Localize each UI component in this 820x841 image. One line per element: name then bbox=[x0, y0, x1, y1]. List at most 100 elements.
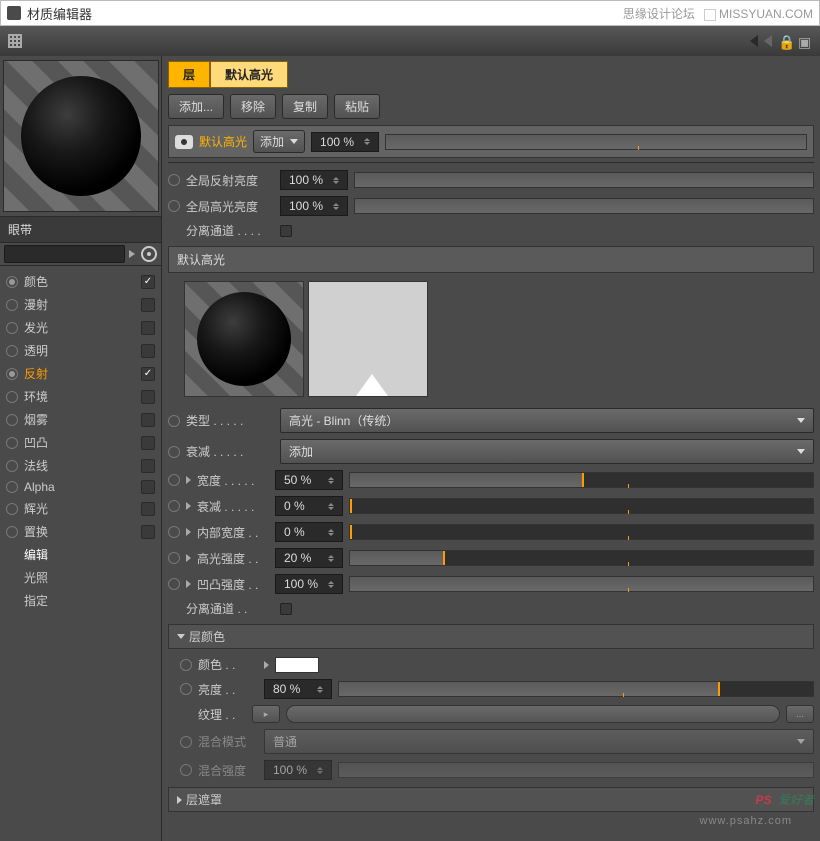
texture-browse-button[interactable]: ... bbox=[786, 705, 814, 723]
channel-glow[interactable]: 辉光 bbox=[0, 497, 161, 520]
copy-button[interactable]: 复制 bbox=[282, 94, 328, 119]
channel-normal[interactable]: 法线 bbox=[0, 454, 161, 477]
environment-checkbox[interactable] bbox=[141, 390, 155, 404]
glow-checkbox[interactable] bbox=[141, 502, 155, 516]
falloff-spinner[interactable]: 0 % bbox=[275, 496, 343, 516]
spec-preview-sphere[interactable] bbox=[184, 281, 304, 397]
diffuse-checkbox[interactable] bbox=[141, 298, 155, 312]
lc-brightness-spinner[interactable]: 80 % bbox=[264, 679, 332, 699]
global-reflection-slider[interactable] bbox=[354, 172, 814, 188]
channel-color[interactable]: 颜色 bbox=[0, 270, 161, 293]
spec-preview-curve[interactable] bbox=[308, 281, 428, 397]
top-toolbar: 🔒 ▣ bbox=[0, 26, 820, 56]
arrow-right-icon[interactable] bbox=[129, 250, 135, 258]
lc-blend-mode-row: 混合模式 普通 bbox=[168, 726, 814, 757]
material-name[interactable]: 眼带 bbox=[0, 216, 161, 243]
chevron-right-icon bbox=[177, 796, 182, 804]
layer-color-header[interactable]: 层颜色 bbox=[168, 624, 814, 649]
lock-icon[interactable]: 🔒 bbox=[778, 34, 792, 48]
material-preview[interactable] bbox=[3, 60, 159, 212]
global-reflection-spinner[interactable]: 100 % bbox=[280, 170, 348, 190]
bump-strength-spinner[interactable]: 100 % bbox=[275, 574, 343, 594]
luminance-checkbox[interactable] bbox=[141, 321, 155, 335]
lc-brightness-slider[interactable] bbox=[338, 681, 814, 697]
channel-list: 颜色 漫射 发光 透明 反射 环境 烟雾 凹凸 法线 Alpha 辉光 置换 编… bbox=[0, 266, 161, 612]
layer-opacity-slider[interactable] bbox=[385, 134, 807, 150]
lc-blend-strength-spinner: 100 % bbox=[264, 760, 332, 780]
reflection-checkbox[interactable] bbox=[141, 367, 155, 381]
bump-checkbox[interactable] bbox=[141, 436, 155, 450]
add-button[interactable]: 添加... bbox=[168, 94, 224, 119]
main-area: 眼带 颜色 漫射 发光 透明 反射 环境 烟雾 凹凸 法线 Alpha 辉光 置… bbox=[0, 56, 820, 841]
sub-edit[interactable]: 编辑 bbox=[0, 543, 161, 566]
texture-arrow-button[interactable]: ▸ bbox=[252, 705, 280, 723]
separate-checkbox[interactable] bbox=[280, 225, 292, 237]
sub-assignment[interactable]: 指定 bbox=[0, 589, 161, 612]
channel-transparency[interactable]: 透明 bbox=[0, 339, 161, 362]
remove-button[interactable]: 移除 bbox=[230, 94, 276, 119]
inner-width-row: 内部宽度 . . 0 % bbox=[168, 519, 814, 545]
nav-back-icon[interactable] bbox=[750, 35, 758, 47]
bump-strength-slider[interactable] bbox=[349, 576, 814, 592]
lc-color-row: 颜色 . . bbox=[168, 653, 814, 676]
channel-bump[interactable]: 凹凸 bbox=[0, 431, 161, 454]
nav-forward-icon[interactable] bbox=[764, 35, 772, 47]
color-swatch[interactable] bbox=[275, 657, 319, 673]
layer-entry[interactable]: 默认高光 添加 100 % bbox=[168, 125, 814, 158]
channel-fog[interactable]: 烟雾 bbox=[0, 408, 161, 431]
grid-icon[interactable] bbox=[8, 34, 22, 48]
texture-slot[interactable] bbox=[286, 705, 780, 723]
transparency-checkbox[interactable] bbox=[141, 344, 155, 358]
tab-default-spec[interactable]: 默认高光 bbox=[210, 61, 288, 88]
tabs: 层 默认高光 bbox=[168, 61, 814, 88]
global-spec-slider[interactable] bbox=[354, 198, 814, 214]
target-icon[interactable] bbox=[141, 246, 157, 262]
channel-environment[interactable]: 环境 bbox=[0, 385, 161, 408]
eye-icon[interactable] bbox=[175, 135, 193, 149]
lc-blend-mode-dropdown: 普通 bbox=[264, 729, 814, 754]
spec-separate-checkbox[interactable] bbox=[280, 603, 292, 615]
fog-checkbox[interactable] bbox=[141, 413, 155, 427]
width-spinner[interactable]: 50 % bbox=[275, 470, 343, 490]
channel-alpha[interactable]: Alpha bbox=[0, 477, 161, 497]
layer-opacity-spinner[interactable]: 100 % bbox=[311, 132, 379, 152]
watermark-logo: PS 爱好者 bbox=[755, 781, 814, 811]
preview-sphere bbox=[21, 76, 141, 196]
layer-buttons: 添加... 移除 复制 粘贴 bbox=[168, 94, 814, 119]
content-panel: 层 默认高光 添加... 移除 复制 粘贴 默认高光 添加 100 % 全局反射… bbox=[162, 56, 820, 841]
lc-brightness-row: 亮度 . . 80 % bbox=[168, 676, 814, 702]
radio-icon[interactable] bbox=[168, 200, 180, 212]
type-row: 类型 . . . . . 高光 - Blinn（传统） bbox=[168, 405, 814, 436]
spec-strength-spinner[interactable]: 20 % bbox=[275, 548, 343, 568]
global-spec-spinner[interactable]: 100 % bbox=[280, 196, 348, 216]
search-input[interactable] bbox=[4, 245, 125, 263]
color-checkbox[interactable] bbox=[141, 275, 155, 289]
channel-luminance[interactable]: 发光 bbox=[0, 316, 161, 339]
tab-layer[interactable]: 层 bbox=[168, 61, 210, 88]
global-spec-row: 全局高光亮度 100 % bbox=[168, 193, 814, 219]
normal-checkbox[interactable] bbox=[141, 459, 155, 473]
layer-mask-header[interactable]: 层遮罩 bbox=[168, 787, 814, 812]
channel-displacement[interactable]: 置换 bbox=[0, 520, 161, 543]
channel-diffuse[interactable]: 漫射 bbox=[0, 293, 161, 316]
window-title: 材质编辑器 bbox=[27, 4, 92, 23]
inner-width-slider[interactable] bbox=[349, 524, 814, 540]
alpha-checkbox[interactable] bbox=[141, 480, 155, 494]
falloff-slider[interactable] bbox=[349, 498, 814, 514]
falloff-mode-dropdown[interactable]: 添加 bbox=[280, 439, 814, 464]
inner-width-spinner[interactable]: 0 % bbox=[275, 522, 343, 542]
sub-illumination[interactable]: 光照 bbox=[0, 566, 161, 589]
width-slider[interactable] bbox=[349, 472, 814, 488]
separate-channel-row: 分离通道 . . . . bbox=[168, 219, 814, 242]
type-dropdown[interactable]: 高光 - Blinn（传统） bbox=[280, 408, 814, 433]
layer-name: 默认高光 bbox=[199, 133, 247, 150]
channel-reflection[interactable]: 反射 bbox=[0, 362, 161, 385]
title-watermark: 思缘设计论坛 MISSYUAN.COM bbox=[623, 5, 813, 22]
search-row bbox=[0, 243, 161, 266]
radio-icon[interactable] bbox=[168, 174, 180, 186]
layer-blend-dropdown[interactable]: 添加 bbox=[253, 130, 305, 153]
spec-strength-slider[interactable] bbox=[349, 550, 814, 566]
paste-button[interactable]: 粘贴 bbox=[334, 94, 380, 119]
displacement-checkbox[interactable] bbox=[141, 525, 155, 539]
new-window-icon[interactable]: ▣ bbox=[798, 34, 812, 48]
